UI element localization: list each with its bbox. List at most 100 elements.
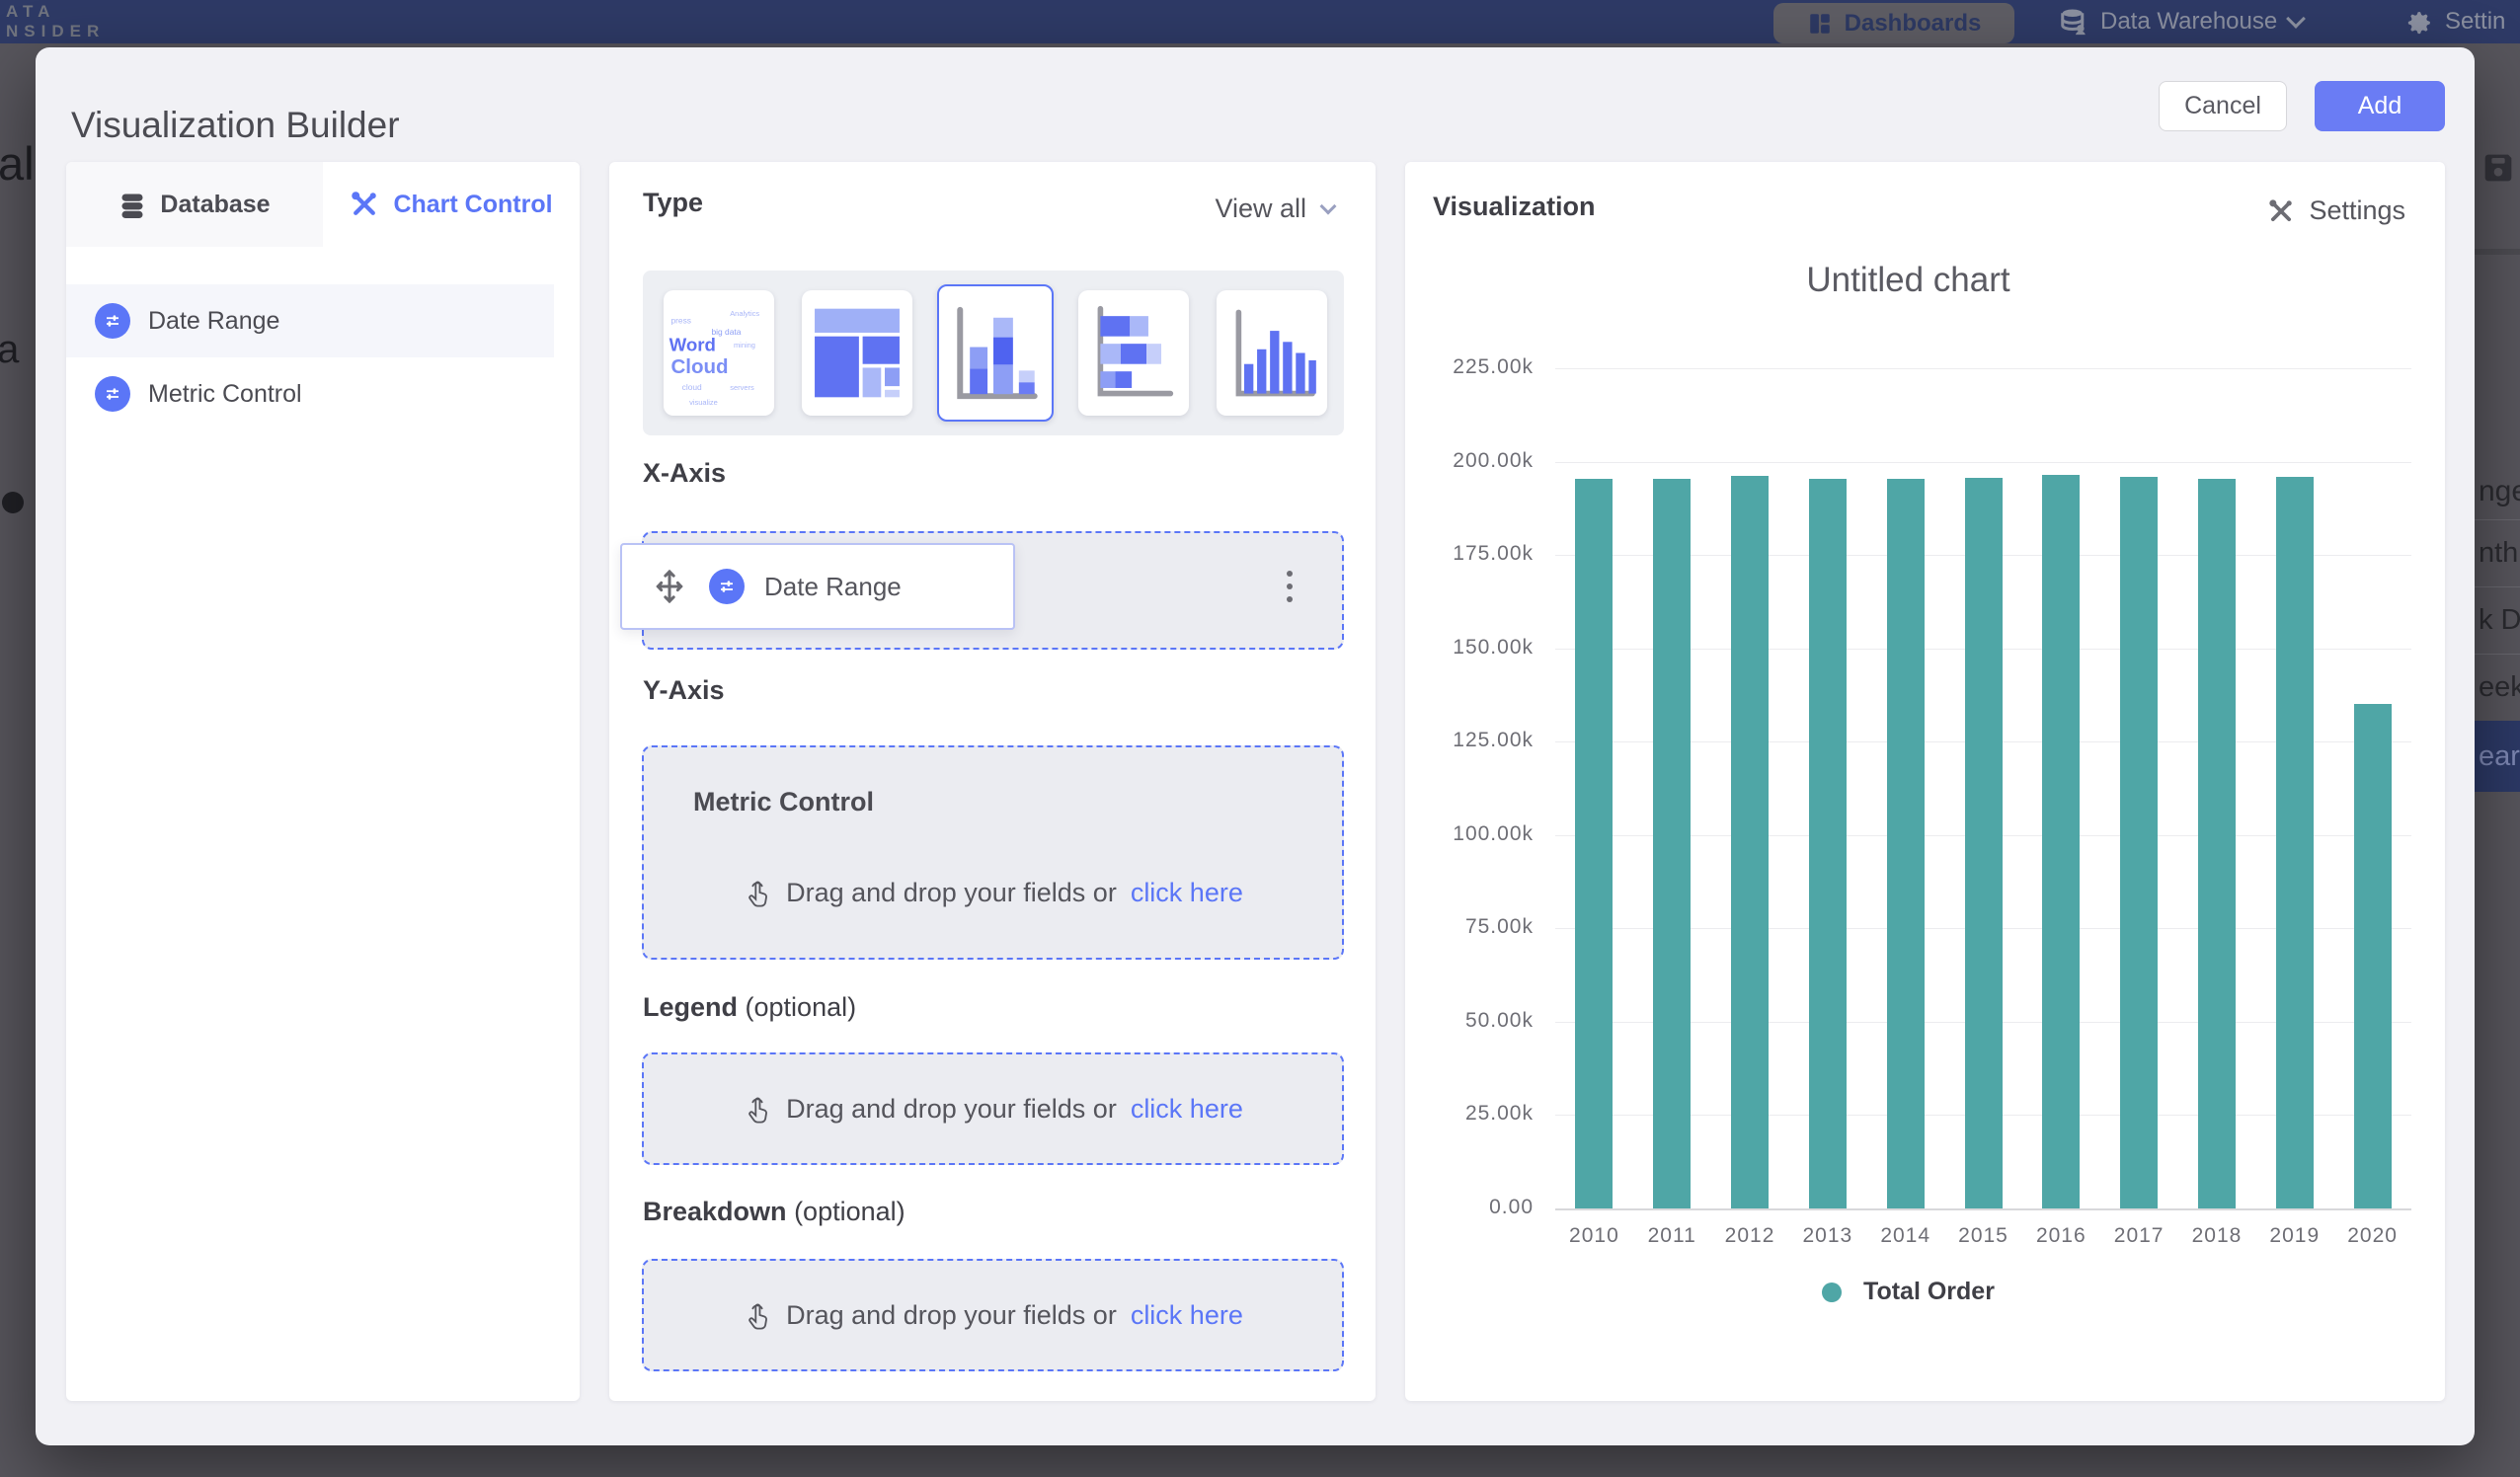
chart-type-stacked-bar[interactable] [1078, 290, 1189, 416]
drop-hint-text: Drag and drop your fields or [786, 1300, 1117, 1331]
bar-2016 [2042, 475, 2080, 1208]
tap-icon [743, 1092, 772, 1126]
tab-database-label: Database [160, 191, 270, 219]
click-here-link[interactable]: click here [1131, 1300, 1243, 1331]
x-tick-label: 2014 [1861, 1224, 1950, 1248]
x-axis-heading: X-Axis [643, 458, 726, 489]
tab-chart-control[interactable]: Chart Control [323, 162, 580, 247]
visualization-builder-modal: Visualization Builder Cancel Add Databas… [36, 47, 2475, 1445]
svg-text:Cloud: Cloud [670, 355, 728, 378]
tab-chart-control-label: Chart Control [393, 191, 552, 219]
chip-label: Date Range [764, 572, 902, 602]
y-tick-label: 150.00k [1405, 636, 1534, 660]
y-tick-label: 75.00k [1405, 915, 1534, 939]
chevron-down-icon [2286, 9, 2306, 29]
breakdown-heading: Breakdown (optional) [643, 1197, 906, 1227]
visualization-panel: Visualization Settings Untitled chart To… [1405, 162, 2445, 1401]
y-axis-heading: Y-Axis [643, 675, 725, 706]
y-tick-label: 225.00k [1405, 355, 1534, 379]
bar-2011 [1653, 479, 1691, 1208]
drop-hint-text: Drag and drop your fields or [786, 1094, 1117, 1125]
bar-2019 [2276, 477, 2314, 1208]
tab-database[interactable]: Database [66, 162, 323, 247]
modal-title: Visualization Builder [71, 105, 400, 146]
x-axis-field-chip[interactable]: Date Range [620, 543, 1015, 630]
x-tick-label: 2018 [2172, 1224, 2261, 1248]
nav-settings[interactable]: Settin [2403, 0, 2505, 43]
y-axis-zone-title: Metric Control [693, 787, 874, 817]
bar-2014 [1887, 479, 1925, 1208]
legend-dot [1822, 1283, 1842, 1302]
tap-icon [743, 1298, 772, 1332]
chart-type-strip: press Analytics big data Word mining Clo… [643, 271, 1344, 435]
y-tick-label: 175.00k [1405, 542, 1534, 566]
svg-text:Analytics: Analytics [730, 309, 759, 318]
field-label: Metric Control [148, 380, 302, 409]
legend-dropzone[interactable]: Drag and drop your fields or click here [642, 1052, 1344, 1165]
svg-text:mining: mining [734, 341, 755, 350]
chart-type-stacked-column[interactable] [937, 284, 1054, 422]
gridline [1555, 368, 2411, 369]
save-icon[interactable] [2479, 148, 2518, 188]
field-item-date-range[interactable]: Date Range [66, 284, 554, 357]
x-tick-label: 2016 [2016, 1224, 2105, 1248]
bar-2017 [2120, 477, 2158, 1208]
x-tick-label: 2017 [2094, 1224, 2183, 1248]
gear-icon [2403, 7, 2433, 37]
bg-dropdown-label-fragment: nge [2475, 464, 2520, 519]
bar-2020 [2354, 704, 2392, 1208]
svg-text:servers: servers [730, 383, 754, 392]
y-tick-label: 200.00k [1405, 449, 1534, 473]
y-tick-label: 100.00k [1405, 822, 1534, 846]
x-tick-label: 2015 [1939, 1224, 2028, 1248]
x-tick-label: 2013 [1783, 1224, 1872, 1248]
y-tick-label: 0.00 [1405, 1196, 1534, 1219]
field-badge-sliders-icon [95, 376, 130, 412]
bar-2013 [1809, 479, 1847, 1208]
svg-text:cloud: cloud [682, 382, 702, 392]
x-tick-label: 2012 [1705, 1224, 1794, 1248]
field-list: Date Range Metric Control [66, 284, 580, 430]
x-tick-label: 2019 [2250, 1224, 2339, 1248]
nav-dashboards[interactable]: Dashboards [1773, 3, 2014, 43]
y-axis-dropzone[interactable]: Metric Control Drag and drop your fields… [642, 745, 1344, 960]
svg-text:Word: Word [669, 335, 716, 355]
bg-dropdown-menu: nge nthlyk Dateeeklyear [2475, 464, 2520, 792]
settings-label: Settin [2445, 8, 2505, 36]
view-all-label: View all [1215, 194, 1306, 224]
y-tick-label: 125.00k [1405, 729, 1534, 752]
chart-type-word-cloud[interactable]: press Analytics big data Word mining Clo… [664, 290, 774, 416]
bg-bullet-dot [2, 492, 24, 513]
breakdown-dropzone[interactable]: Drag and drop your fields or click here [642, 1259, 1344, 1371]
bg-page-text-fragment: ta [0, 328, 36, 372]
bar-2010 [1575, 479, 1613, 1208]
database-icon [118, 191, 146, 218]
chart-preview: Untitled chart Total Order 225.00k200.00… [1405, 162, 2411, 1401]
bg-dropdown-item-fragment: ear [2475, 721, 2520, 792]
field-badge-sliders-icon [709, 569, 745, 604]
chart-type-treemap[interactable] [802, 290, 912, 416]
warehouse-database-icon [2059, 7, 2088, 37]
bar-2012 [1731, 476, 1769, 1208]
fields-panel: Database Chart Control Date Range Metric … [66, 162, 580, 1401]
view-all-dropdown[interactable]: View all [1215, 194, 1334, 224]
chevron-down-icon [1320, 197, 1337, 214]
nav-data-warehouse[interactable]: Data Warehouse [2059, 0, 2303, 43]
click-here-link[interactable]: click here [1131, 878, 1243, 908]
y-tick-label: 25.00k [1405, 1102, 1534, 1126]
topbar: ATA NSIDER Dashboards [0, 0, 2520, 43]
drop-hint-text: Drag and drop your fields or [786, 878, 1117, 908]
bar-2018 [2198, 479, 2236, 1208]
chart-type-column[interactable] [1217, 290, 1327, 416]
field-item-metric-control[interactable]: Metric Control [66, 357, 580, 430]
add-button[interactable]: Add [2315, 81, 2445, 131]
kebab-menu-icon[interactable] [1287, 571, 1295, 609]
svg-text:visualize: visualize [689, 398, 718, 407]
click-here-link[interactable]: click here [1131, 1094, 1243, 1125]
bar-2015 [1965, 478, 2003, 1208]
cancel-button[interactable]: Cancel [2159, 81, 2287, 131]
x-tick-label: 2011 [1627, 1224, 1716, 1248]
field-label: Date Range [148, 307, 279, 336]
bg-toolbar-divider [2475, 249, 2520, 255]
screen: ale ta nge nthlyk Dateeeklyear ATA NSIDE… [0, 0, 2520, 1477]
